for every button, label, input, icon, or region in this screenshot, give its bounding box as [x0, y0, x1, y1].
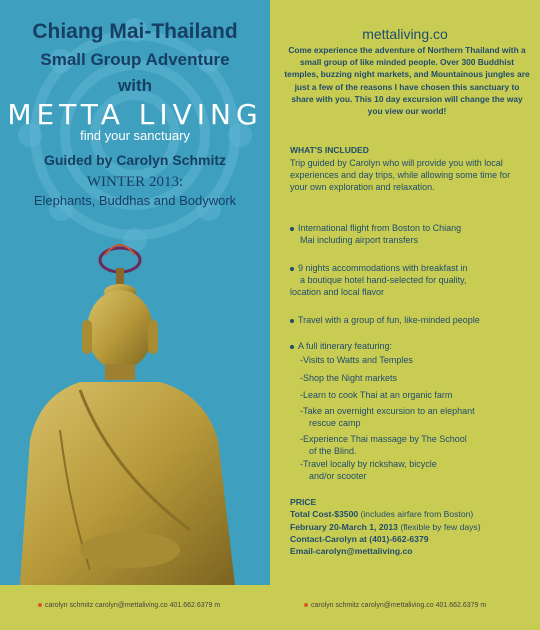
contact-phone[interactable]: Contact-Carolyn at (401)-662-6379 — [290, 533, 530, 545]
footer-dot-icon — [38, 603, 42, 608]
details-panel: mettaliving.co Come experience the adven… — [270, 0, 540, 630]
itinerary-text: and/or scooter — [309, 471, 367, 481]
intro-paragraph: Come experience the adventure of Norther… — [284, 45, 530, 117]
metta-living-logo: METTA LIVING — [7, 98, 263, 131]
price-dates-note: (flexible by few days) — [397, 521, 481, 532]
price-dates-value: February 20-March 1, 2013 — [290, 521, 398, 532]
price-cost-note: (includes airfare from Boston) — [358, 509, 474, 520]
price-heading: PRICE — [290, 497, 317, 507]
bullet-dot-icon — [290, 226, 294, 231]
list-item: A full itinerary featuring: — [290, 340, 525, 352]
bullet-dot-icon — [290, 344, 294, 349]
itinerary-text: -Travel locally by rickshaw, bicycle — [300, 459, 437, 469]
footer-contact-left: carolyn schmitz carolyn@mettaliving.co 4… — [38, 602, 220, 609]
itinerary-text: -Visits to Watts and Temples — [300, 355, 413, 365]
title-adventure: Small Group Adventure — [40, 50, 230, 69]
title-with: with — [118, 76, 152, 95]
included-text: Trip guided by Carolyn who will provide … — [290, 158, 511, 192]
itinerary-text: rescue camp — [309, 418, 361, 428]
itinerary-item: -Travel locally by rickshaw, bicycle and… — [300, 458, 520, 482]
bullet-text: A full itinerary featuring: — [298, 341, 393, 351]
itinerary-item: -Take an overnight excursion to an eleph… — [300, 405, 520, 429]
bullet-dot-icon — [290, 318, 294, 323]
brochure-page: Chiang Mai-Thailand Small Group Adventur… — [0, 0, 540, 630]
bullet-dot-icon — [290, 266, 294, 271]
itinerary-item: -Experience Thai massage by The School o… — [300, 433, 520, 457]
price-dates: February 20-March 1, 2013 (flexible by f… — [290, 521, 530, 533]
title-destination: Chiang Mai-Thailand — [32, 20, 238, 43]
itinerary-item: -Learn to cook Thai at an organic farm — [300, 389, 520, 401]
guided-by: Guided by Carolyn Schmitz — [43, 152, 227, 168]
footer-contact-right: carolyn schmitz carolyn@mettaliving.co 4… — [304, 602, 486, 609]
itinerary-text: -Experience Thai massage by The School — [300, 434, 467, 444]
footer-contact-text: carolyn schmitz carolyn@mettaliving.co 4… — [45, 602, 221, 609]
itinerary-text: of the Blind. — [309, 446, 357, 456]
cover-panel: Chiang Mai-Thailand Small Group Adventur… — [0, 0, 270, 585]
itinerary-text: -Take an overnight excursion to an eleph… — [300, 406, 475, 416]
price-block: PRICE Total Cost-$3500 (includes airfare… — [290, 496, 530, 557]
itinerary-item: -Shop the Night markets — [300, 372, 520, 384]
logo-tagline: find your sanctuary — [80, 128, 190, 143]
bullet-text: 9 nights accommodations with breakfast i… — [298, 263, 468, 273]
bullet-text: International flight from Boston to Chia… — [298, 223, 462, 233]
footer-dot-icon — [304, 603, 308, 608]
bullet-text: a boutique hotel hand-selected for quali… — [300, 275, 467, 285]
buddha-statue-image — [20, 244, 235, 585]
bullet-text: Mai including airport transfers — [300, 235, 419, 245]
footer-contact-text: carolyn schmitz carolyn@mettaliving.co 4… — [311, 602, 487, 609]
price-cost-value: Total Cost-$3500 — [290, 509, 359, 520]
list-item: Travel with a group of fun, like-minded … — [290, 314, 525, 326]
itinerary-text: -Learn to cook Thai at an organic farm — [300, 390, 453, 400]
contact-email[interactable]: Email-carolyn@mettaliving.co — [290, 545, 530, 557]
cover-footer: carolyn schmitz carolyn@mettaliving.co 4… — [0, 585, 270, 630]
list-item: International flight from Boston to Chia… — [290, 222, 525, 246]
bullet-text: location and local flavor — [290, 287, 385, 297]
website-link[interactable]: mettaliving.co — [270, 26, 540, 42]
bullet-text: Travel with a group of fun, like-minded … — [298, 315, 480, 325]
price-cost: Total Cost-$3500 (includes airfare from … — [290, 508, 530, 520]
itinerary-text: -Shop the Night markets — [300, 373, 398, 383]
itinerary-item: -Visits to Watts and Temples — [300, 354, 520, 366]
included-heading: WHAT'S INCLUDED — [290, 145, 369, 155]
list-item: 9 nights accommodations with breakfast i… — [290, 262, 525, 298]
season-label: WINTER 2013: — [86, 174, 184, 190]
trip-theme: Elephants, Buddhas and Bodywork — [33, 193, 237, 208]
